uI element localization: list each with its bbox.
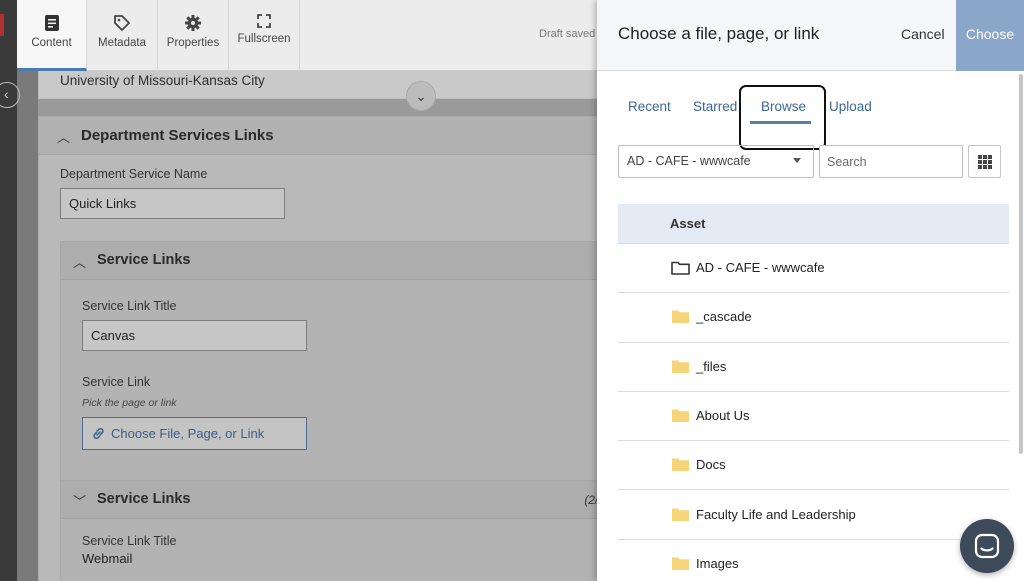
site-select-value: AD - CAFE - wwwcafe — [627, 154, 751, 168]
link-title-label: Service Link Title — [82, 299, 177, 313]
site-folder-icon — [671, 261, 690, 275]
service-links-title-1: Service Links — [97, 252, 191, 268]
section-title: Department Services Links — [81, 127, 274, 144]
content-tab-button[interactable]: Content — [17, 0, 87, 71]
service-link-label: Service Link — [82, 375, 151, 389]
chevron-down-icon[interactable]: ⌄ — [406, 81, 436, 111]
chat-launcher-button[interactable] — [960, 519, 1014, 573]
table-row[interactable]: _cascade — [618, 293, 1009, 343]
table-row[interactable]: AD - CAFE - wwwcafe — [618, 244, 1009, 294]
properties-tab-label: Properties — [166, 37, 220, 49]
chooser-dialog: Choose a file, page, or link Cancel Choo… — [597, 0, 1024, 581]
dept-name-label: Department Service Name — [60, 167, 208, 181]
chevron-up-icon: ︿ — [57, 130, 71, 145]
draft-status: Draft saved — [539, 28, 596, 40]
link-icon — [93, 428, 104, 439]
service-links-group-2: ﹀ Service Links (2/3) Service Link Title… — [60, 480, 620, 581]
grid-icon — [978, 155, 992, 169]
row-name: Docs — [696, 457, 726, 473]
service-links-title-2: Service Links — [97, 491, 191, 507]
dialog-scrollbar[interactable] — [1019, 74, 1023, 454]
content-icon — [44, 15, 59, 31]
back-arrow-icon[interactable]: ‹ — [0, 82, 20, 108]
service-links-group-1: ︿ Service Links Service Link Title Canva… — [60, 241, 620, 481]
link-title-value-2: Webmail — [82, 551, 133, 566]
row-name: _cascade — [696, 309, 752, 325]
asset-column-header[interactable]: Asset — [670, 216, 705, 231]
site-select[interactable]: AD - CAFE - wwwcafe — [618, 145, 814, 178]
folder-icon — [672, 409, 689, 422]
focus-ring — [739, 85, 826, 150]
folder-icon — [672, 508, 689, 521]
dialog-title: Choose a file, page, or link — [618, 24, 820, 43]
folder-icon — [672, 310, 689, 324]
tag-icon — [114, 15, 130, 31]
choose-button[interactable]: Choose — [956, 0, 1024, 71]
grid-view-button[interactable] — [968, 145, 1001, 178]
choose-file-label: Choose File, Page, or Link — [111, 426, 265, 441]
table-row[interactable]: Images — [618, 540, 1009, 581]
folder-icon — [672, 557, 689, 570]
table-header: Asset — [618, 204, 1009, 244]
link-title-input[interactable]: Canvas — [82, 320, 307, 351]
service-link-hint: Pick the page or link — [82, 397, 177, 409]
left-strip: ‹ — [0, 0, 20, 581]
table-row[interactable]: _files — [618, 343, 1009, 392]
fullscreen-tab-label: Fullscreen — [237, 33, 291, 45]
metadata-tab-button[interactable]: Metadata — [87, 0, 158, 71]
table-row[interactable]: Faculty Life and Leadership — [618, 491, 1009, 540]
folder-icon — [672, 458, 689, 472]
tab-upload[interactable]: Upload — [829, 99, 872, 114]
chevron-up-icon: ︿ — [73, 255, 87, 270]
dialog-header: Choose a file, page, or link Cancel Choo… — [597, 0, 1024, 71]
service-links-header-1[interactable]: ︿ Service Links — [61, 242, 619, 280]
department-services-header[interactable]: ︿ Department Services Links — [39, 117, 609, 155]
metadata-tab-label: Metadata — [98, 37, 146, 49]
caret-down-icon — [793, 158, 801, 163]
gear-icon — [185, 15, 201, 31]
row-name: About Us — [696, 407, 750, 423]
previous-field-card: University of Missouri-Kansas City — [38, 71, 608, 99]
brand-mark — [0, 14, 4, 36]
service-links-header-2[interactable]: ﹀ Service Links (2/3) — [61, 481, 619, 519]
tab-recent[interactable]: Recent — [628, 99, 671, 114]
link-title-label-2: Service Link Title — [82, 534, 177, 548]
tab-starred[interactable]: Starred — [693, 99, 737, 114]
chat-icon — [974, 533, 1000, 559]
content-tab-label: Content — [31, 37, 72, 49]
dept-name-input[interactable]: Quick Links — [60, 188, 285, 219]
fullscreen-tab-button[interactable]: Fullscreen — [229, 0, 300, 71]
cancel-button[interactable]: Cancel — [901, 26, 945, 42]
row-name: _files — [696, 358, 727, 374]
row-name: AD - CAFE - wwwcafe — [696, 260, 825, 275]
properties-tab-button[interactable]: Properties — [158, 0, 229, 71]
fullscreen-icon — [257, 14, 271, 28]
row-name: Images — [696, 555, 739, 571]
table-row[interactable]: Docs — [618, 441, 1009, 491]
department-services-section: ︿ Department Services Links Department S… — [38, 116, 620, 581]
search-input[interactable] — [819, 145, 963, 178]
chevron-down-icon: ﹀ — [73, 494, 87, 509]
folder-icon — [672, 360, 689, 373]
previous-field-value: University of Missouri-Kansas City — [60, 73, 265, 88]
choose-file-button[interactable]: Choose File, Page, or Link — [82, 417, 307, 450]
editor-form: University of Missouri-Kansas City ⌄ ︿ D… — [38, 71, 620, 581]
table-row[interactable]: About Us — [618, 392, 1009, 442]
row-name: Faculty Life and Leadership — [696, 506, 856, 522]
